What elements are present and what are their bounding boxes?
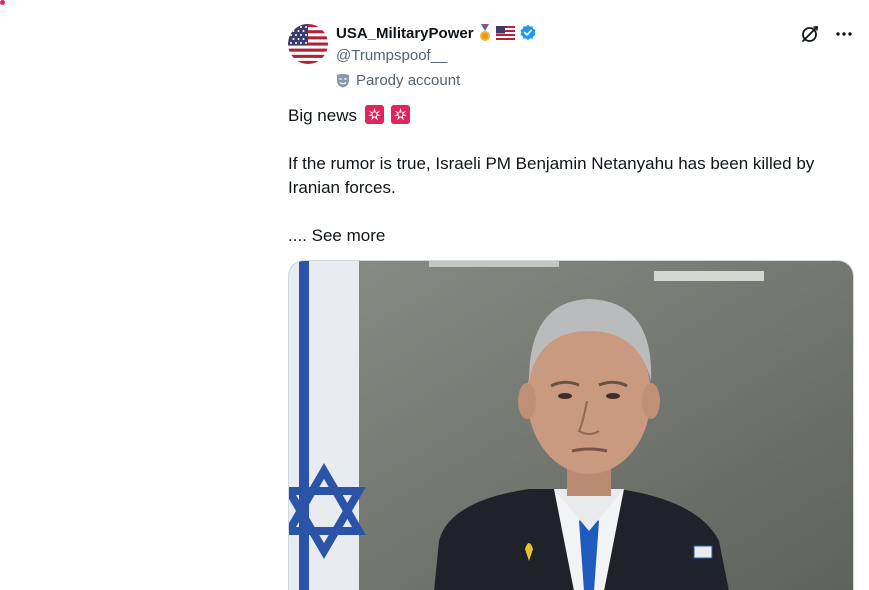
tweet-line-2: If the rumor is true, Israeli PM Benjami… [288,154,815,197]
tweet-header: USA_MilitaryPower @Trumpspoof__ Parody a… [336,20,854,89]
tweet-media-image[interactable] [288,260,854,590]
handle[interactable]: @Trumpspoof__ [336,46,854,66]
police-light-icon [391,105,411,124]
verified-badge-icon[interactable] [519,24,537,42]
see-more-link[interactable]: .... See more [288,224,848,248]
more-icon[interactable] [834,24,854,44]
parody-label: Parody account [356,72,461,89]
avatar[interactable] [288,24,328,64]
parody-label-row: Parody account [336,72,854,89]
us-flag-icon [495,26,515,40]
corner-marker [0,0,5,5]
name-row: USA_MilitaryPower [336,20,854,46]
display-name[interactable]: USA_MilitaryPower [336,25,474,42]
tweet-line-1: Big news [288,104,848,128]
tweet-text: Big news If the rumor is true, Israeli P… [288,104,848,248]
tweet-headline: Big news [288,106,357,125]
medal-icon [478,24,492,42]
grok-icon[interactable] [800,24,820,44]
police-light-icon [364,105,384,124]
parody-mask-icon [337,74,349,88]
tweet-actions [800,24,854,44]
